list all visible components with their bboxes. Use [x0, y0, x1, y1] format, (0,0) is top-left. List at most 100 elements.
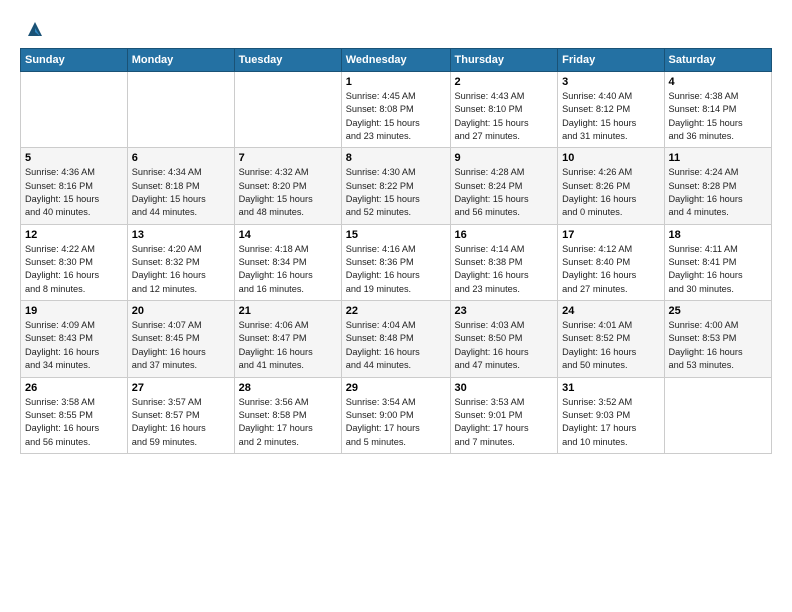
day-info: Sunrise: 4:43 AMSunset: 8:10 PMDaylight:…: [455, 90, 554, 143]
day-info: Sunrise: 4:28 AMSunset: 8:24 PMDaylight:…: [455, 166, 554, 219]
calendar-cell: 14 Sunrise: 4:18 AMSunset: 8:34 PMDayligh…: [234, 224, 341, 300]
calendar-cell: 2 Sunrise: 4:43 AMSunset: 8:10 PMDaylight…: [450, 72, 558, 148]
day-number: 10: [562, 152, 659, 164]
weekday-wednesday: Wednesday: [341, 49, 450, 72]
calendar-cell: [664, 377, 772, 453]
day-info: Sunrise: 4:26 AMSunset: 8:26 PMDaylight:…: [562, 166, 659, 219]
day-number: 25: [669, 305, 768, 317]
calendar-table: SundayMondayTuesdayWednesdayThursdayFrid…: [20, 48, 772, 454]
day-number: 17: [562, 229, 659, 241]
day-number: 13: [132, 229, 230, 241]
week-row-3: 19 Sunrise: 4:09 AMSunset: 8:43 PMDayligh…: [21, 301, 772, 377]
calendar-cell: 9 Sunrise: 4:28 AMSunset: 8:24 PMDaylight…: [450, 148, 558, 224]
logo: [20, 18, 46, 40]
calendar-cell: 5 Sunrise: 4:36 AMSunset: 8:16 PMDaylight…: [21, 148, 128, 224]
day-info: Sunrise: 4:06 AMSunset: 8:47 PMDaylight:…: [239, 319, 337, 372]
day-info: Sunrise: 4:32 AMSunset: 8:20 PMDaylight:…: [239, 166, 337, 219]
day-info: Sunrise: 4:03 AMSunset: 8:50 PMDaylight:…: [455, 319, 554, 372]
day-number: 19: [25, 305, 123, 317]
calendar-cell: 28 Sunrise: 3:56 AMSunset: 8:58 PMDayligh…: [234, 377, 341, 453]
day-info: Sunrise: 4:22 AMSunset: 8:30 PMDaylight:…: [25, 243, 123, 296]
weekday-thursday: Thursday: [450, 49, 558, 72]
day-number: 18: [669, 229, 768, 241]
calendar-cell: 20 Sunrise: 4:07 AMSunset: 8:45 PMDayligh…: [127, 301, 234, 377]
calendar-cell: 10 Sunrise: 4:26 AMSunset: 8:26 PMDayligh…: [558, 148, 664, 224]
calendar-cell: 27 Sunrise: 3:57 AMSunset: 8:57 PMDayligh…: [127, 377, 234, 453]
day-info: Sunrise: 4:24 AMSunset: 8:28 PMDaylight:…: [669, 166, 768, 219]
day-number: 23: [455, 305, 554, 317]
day-info: Sunrise: 3:52 AMSunset: 9:03 PMDaylight:…: [562, 396, 659, 449]
day-info: Sunrise: 4:16 AMSunset: 8:36 PMDaylight:…: [346, 243, 446, 296]
day-info: Sunrise: 4:07 AMSunset: 8:45 PMDaylight:…: [132, 319, 230, 372]
day-number: 3: [562, 76, 659, 88]
calendar-cell: 7 Sunrise: 4:32 AMSunset: 8:20 PMDaylight…: [234, 148, 341, 224]
calendar-cell: 25 Sunrise: 4:00 AMSunset: 8:53 PMDayligh…: [664, 301, 772, 377]
day-number: 4: [669, 76, 768, 88]
day-number: 12: [25, 229, 123, 241]
day-info: Sunrise: 4:38 AMSunset: 8:14 PMDaylight:…: [669, 90, 768, 143]
calendar-cell: 19 Sunrise: 4:09 AMSunset: 8:43 PMDayligh…: [21, 301, 128, 377]
day-info: Sunrise: 3:56 AMSunset: 8:58 PMDaylight:…: [239, 396, 337, 449]
day-info: Sunrise: 4:11 AMSunset: 8:41 PMDaylight:…: [669, 243, 768, 296]
calendar-cell: 11Sunrise: 4:24 AMSunset: 8:28 PMDayligh…: [664, 148, 772, 224]
page: SundayMondayTuesdayWednesdayThursdayFrid…: [0, 0, 792, 612]
day-number: 6: [132, 152, 230, 164]
day-info: Sunrise: 3:57 AMSunset: 8:57 PMDaylight:…: [132, 396, 230, 449]
calendar-cell: 23 Sunrise: 4:03 AMSunset: 8:50 PMDayligh…: [450, 301, 558, 377]
day-number: 7: [239, 152, 337, 164]
day-info: Sunrise: 4:36 AMSunset: 8:16 PMDaylight:…: [25, 166, 123, 219]
day-number: 5: [25, 152, 123, 164]
calendar-cell: 13 Sunrise: 4:20 AMSunset: 8:32 PMDayligh…: [127, 224, 234, 300]
calendar-cell: 24Sunrise: 4:01 AMSunset: 8:52 PMDayligh…: [558, 301, 664, 377]
day-info: Sunrise: 4:34 AMSunset: 8:18 PMDaylight:…: [132, 166, 230, 219]
calendar-cell: [21, 72, 128, 148]
weekday-monday: Monday: [127, 49, 234, 72]
day-info: Sunrise: 4:40 AMSunset: 8:12 PMDaylight:…: [562, 90, 659, 143]
day-number: 2: [455, 76, 554, 88]
day-number: 28: [239, 382, 337, 394]
calendar-cell: 3 Sunrise: 4:40 AMSunset: 8:12 PMDaylight…: [558, 72, 664, 148]
calendar-cell: 4 Sunrise: 4:38 AMSunset: 8:14 PMDaylight…: [664, 72, 772, 148]
day-info: Sunrise: 3:53 AMSunset: 9:01 PMDaylight:…: [455, 396, 554, 449]
day-info: Sunrise: 4:20 AMSunset: 8:32 PMDaylight:…: [132, 243, 230, 296]
day-number: 22: [346, 305, 446, 317]
day-info: Sunrise: 4:04 AMSunset: 8:48 PMDaylight:…: [346, 319, 446, 372]
calendar-cell: 17 Sunrise: 4:12 AMSunset: 8:40 PMDayligh…: [558, 224, 664, 300]
day-info: Sunrise: 4:30 AMSunset: 8:22 PMDaylight:…: [346, 166, 446, 219]
day-number: 8: [346, 152, 446, 164]
day-number: 9: [455, 152, 554, 164]
day-info: Sunrise: 4:14 AMSunset: 8:38 PMDaylight:…: [455, 243, 554, 296]
week-row-4: 26Sunrise: 3:58 AMSunset: 8:55 PMDayligh…: [21, 377, 772, 453]
day-info: Sunrise: 4:12 AMSunset: 8:40 PMDaylight:…: [562, 243, 659, 296]
day-number: 15: [346, 229, 446, 241]
day-number: 14: [239, 229, 337, 241]
weekday-sunday: Sunday: [21, 49, 128, 72]
week-row-0: 1Sunrise: 4:45 AMSunset: 8:08 PMDaylight…: [21, 72, 772, 148]
day-info: Sunrise: 3:58 AMSunset: 8:55 PMDaylight:…: [25, 396, 123, 449]
day-info: Sunrise: 4:45 AMSunset: 8:08 PMDaylight:…: [346, 90, 446, 143]
day-info: Sunrise: 4:09 AMSunset: 8:43 PMDaylight:…: [25, 319, 123, 372]
calendar-cell: 16Sunrise: 4:14 AMSunset: 8:38 PMDayligh…: [450, 224, 558, 300]
weekday-saturday: Saturday: [664, 49, 772, 72]
calendar-cell: 6 Sunrise: 4:34 AMSunset: 8:18 PMDaylight…: [127, 148, 234, 224]
calendar-cell: 31 Sunrise: 3:52 AMSunset: 9:03 PMDayligh…: [558, 377, 664, 453]
calendar-cell: 22 Sunrise: 4:04 AMSunset: 8:48 PMDayligh…: [341, 301, 450, 377]
calendar-cell: 8 Sunrise: 4:30 AMSunset: 8:22 PMDaylight…: [341, 148, 450, 224]
calendar-cell: 12 Sunrise: 4:22 AMSunset: 8:30 PMDayligh…: [21, 224, 128, 300]
day-number: 30: [455, 382, 554, 394]
calendar-cell: 29Sunrise: 3:54 AMSunset: 9:00 PMDayligh…: [341, 377, 450, 453]
day-info: Sunrise: 4:00 AMSunset: 8:53 PMDaylight:…: [669, 319, 768, 372]
day-number: 20: [132, 305, 230, 317]
week-row-1: 5 Sunrise: 4:36 AMSunset: 8:16 PMDaylight…: [21, 148, 772, 224]
day-number: 27: [132, 382, 230, 394]
calendar-cell: 15 Sunrise: 4:16 AMSunset: 8:36 PMDayligh…: [341, 224, 450, 300]
day-number: 21: [239, 305, 337, 317]
week-row-2: 12 Sunrise: 4:22 AMSunset: 8:30 PMDayligh…: [21, 224, 772, 300]
day-info: Sunrise: 4:01 AMSunset: 8:52 PMDaylight:…: [562, 319, 659, 372]
calendar-cell: 30 Sunrise: 3:53 AMSunset: 9:01 PMDayligh…: [450, 377, 558, 453]
logo-icon: [24, 18, 46, 40]
day-number: 31: [562, 382, 659, 394]
header: [0, 0, 792, 48]
calendar-cell: 1Sunrise: 4:45 AMSunset: 8:08 PMDaylight…: [341, 72, 450, 148]
day-info: Sunrise: 4:18 AMSunset: 8:34 PMDaylight:…: [239, 243, 337, 296]
